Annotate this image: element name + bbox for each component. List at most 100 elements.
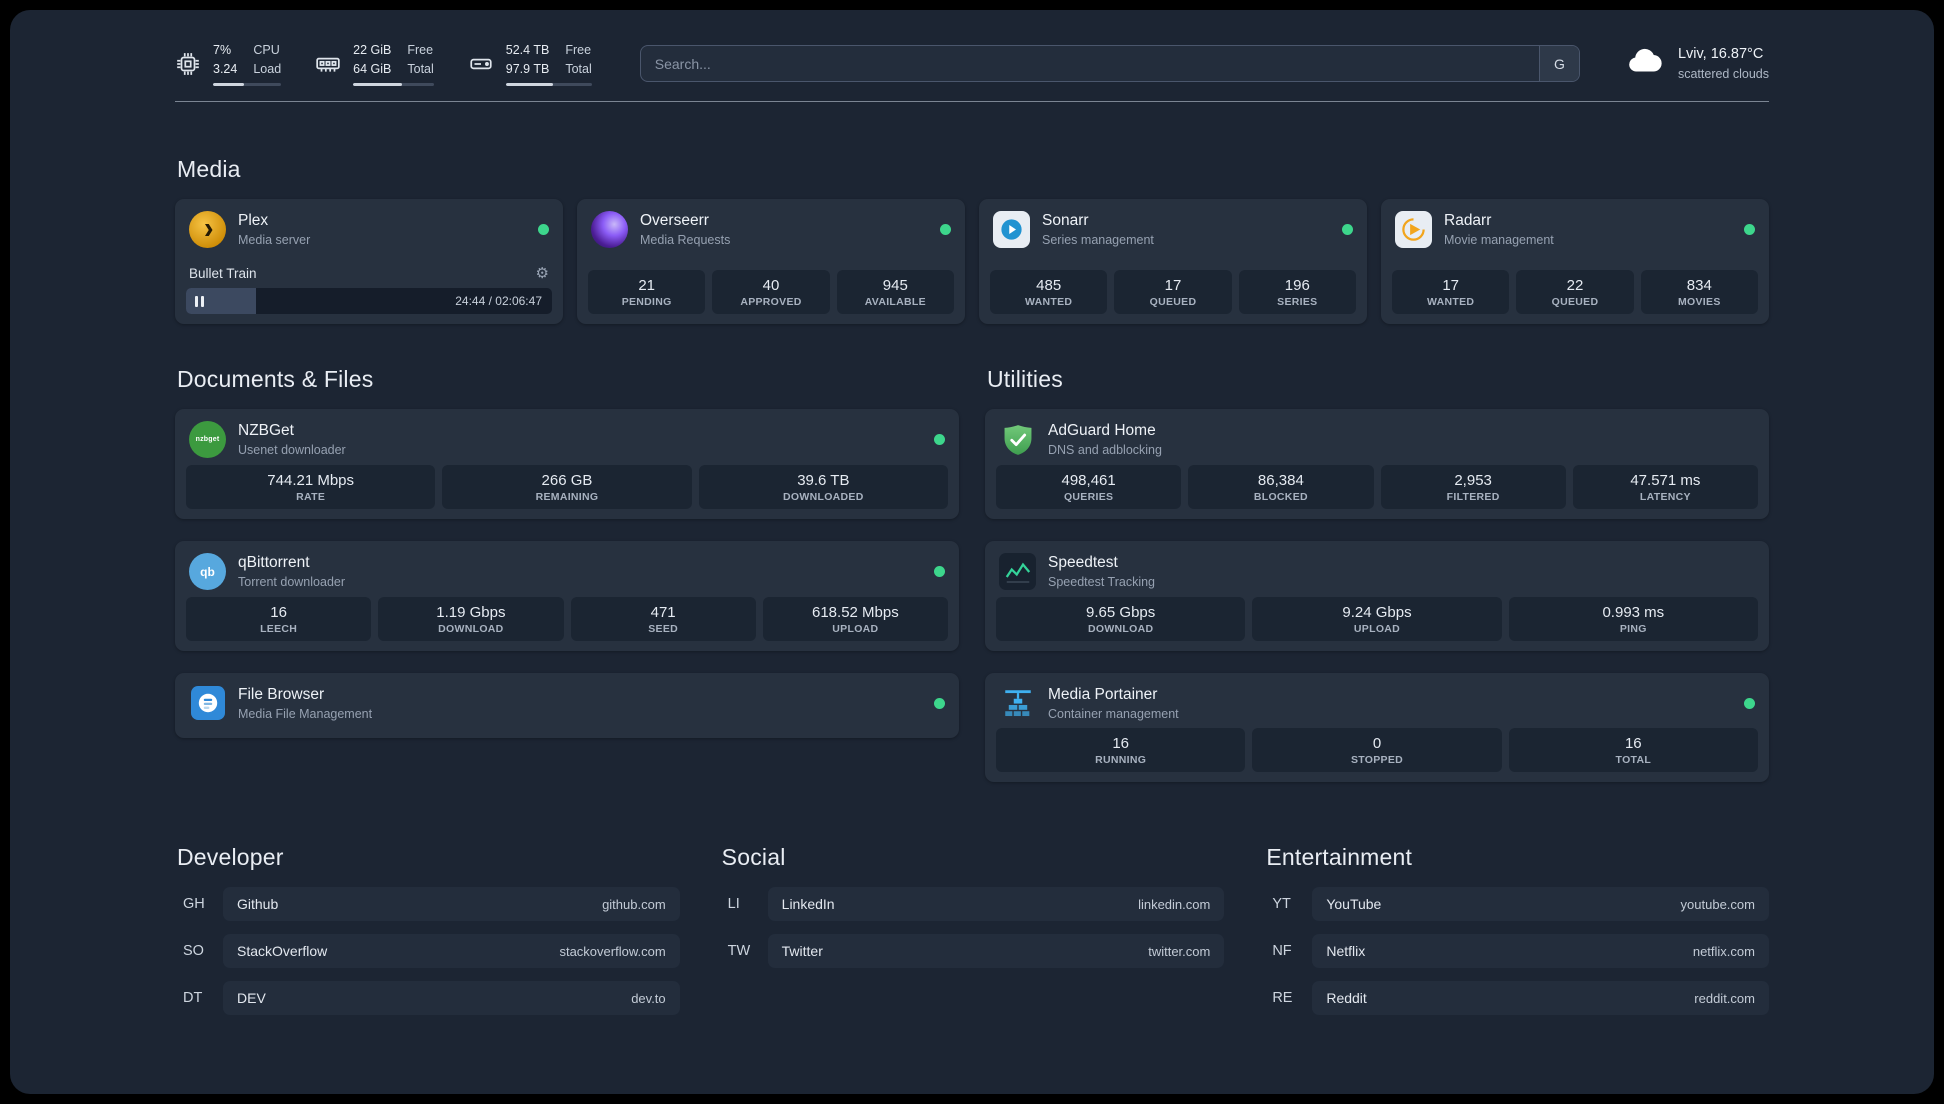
service-card-speedtest[interactable]: Speedtest Speedtest Tracking 9.65 Gbps DOWN… — [985, 540, 1769, 651]
service-subtitle: Media File Management — [238, 706, 373, 721]
service-card-nzbget[interactable]: nzbget NZBGet Usenet downloader 744.21 Mbps… — [175, 409, 959, 519]
search-bar[interactable]: G — [639, 45, 1580, 82]
bookmark-link[interactable]: DEV dev.to — [223, 981, 680, 1016]
bookmark-group-title: Entertainment — [1266, 844, 1413, 871]
stat-value: 266 GB — [541, 471, 593, 489]
bookmark-abbr: GH — [183, 896, 205, 913]
playback-progress-bar[interactable]: 24:44 / 02:06:47 — [186, 288, 552, 314]
stat-remaining: 266 GB REMAINING — [442, 464, 692, 509]
stat-label: REMAINING — [535, 490, 599, 503]
service-name: Speedtest — [1048, 553, 1118, 571]
status-dot — [538, 224, 549, 236]
stat-label: SEED — [648, 622, 679, 635]
search-provider-button[interactable]: G — [1538, 46, 1579, 81]
cpu-usage-bar — [213, 83, 282, 87]
service-header: Speedtest Speedtest Tracking — [996, 551, 1758, 597]
stat-label: UPLOAD — [1353, 622, 1401, 635]
stat-value: 485 — [1036, 277, 1062, 294]
bookmark-link[interactable]: Github github.com — [223, 887, 680, 922]
stat-pending: 21 PENDING — [588, 270, 706, 314]
stat-approved: 40 APPROVED — [712, 270, 830, 314]
stat-value: 47.571 ms — [1630, 471, 1701, 489]
stat-label: LEECH — [260, 622, 298, 635]
service-card-media-portainer[interactable]: Media Portainer Container management 16 RUN… — [985, 672, 1769, 783]
memory-free-label: Free — [407, 42, 434, 57]
bookmark-link[interactable]: Twitter twitter.com — [767, 934, 1225, 969]
disk-icon — [468, 51, 494, 77]
service-header: nzbget NZBGet Usenet downloader — [186, 419, 948, 465]
cpu-load-label: Load — [253, 62, 282, 76]
bookmark-reddit[interactable]: RE Reddit reddit.com — [1264, 981, 1769, 1016]
portainer-icon — [999, 685, 1036, 722]
service-header: File Browser Media File Management — [186, 683, 948, 729]
bookmark-group-social: Social LI LinkedIn linkedin.com TW Twitter twi… — [720, 844, 1225, 1028]
service-stats: 16 RUNNING 0 STOPPED 16 TOTAL — [996, 728, 1758, 773]
gear-icon[interactable]: ⚙ — [536, 264, 549, 282]
playback-time: 24:44 / 02:06:47 — [455, 294, 542, 308]
group-title-utilities: Utilities — [987, 366, 1063, 392]
service-stats: 485 WANTED 17 QUEUED 196 SERIES — [990, 270, 1356, 314]
stat-value: 40 — [762, 277, 780, 294]
bookmark-abbr: RE — [1272, 990, 1293, 1007]
adguard-icon — [999, 421, 1036, 458]
stat-queued: 17 QUEUED — [1114, 270, 1232, 314]
service-header: Media Portainer Container management — [996, 683, 1758, 729]
bookmark-youtube[interactable]: YT YouTube youtube.com — [1264, 887, 1769, 922]
stat-download: 9.65 Gbps DOWNLOAD — [996, 596, 1246, 641]
bookmark-link[interactable]: StackOverflow stackoverflow.com — [223, 934, 680, 969]
memory-free-value: 22 GiB — [353, 42, 392, 57]
service-stats: 744.21 Mbps RATE 266 GB REMAINING 39.6 TB DOW… — [186, 464, 948, 509]
stat-label: TOTAL — [1615, 754, 1652, 767]
bookmark-link[interactable]: LinkedIn linkedin.com — [767, 887, 1225, 922]
status-dot — [934, 697, 945, 709]
disk-total-value: 97.9 TB — [505, 62, 550, 76]
service-stats: 21 PENDING 40 APPROVED 945 AVAILABLE — [588, 270, 954, 314]
cloud-icon — [1624, 40, 1666, 87]
service-name: Overseerr — [640, 212, 709, 229]
stat-value: 16 — [1624, 735, 1642, 753]
service-header: Overseerr Media Requests — [588, 209, 954, 255]
stat-value: 1.19 Gbps — [436, 603, 506, 621]
bookmark-link[interactable]: YouTube youtube.com — [1312, 887, 1769, 922]
bookmark-netflix[interactable]: NF Netflix netflix.com — [1264, 934, 1769, 969]
now-playing-title: Bullet Train — [189, 265, 257, 281]
service-name: File Browser — [238, 685, 325, 703]
pause-icon[interactable] — [195, 295, 204, 307]
stat-value: 16 — [1112, 735, 1129, 753]
service-card-sonarr[interactable]: Sonarr Series management 485 WANTED 17 QUEUED… — [979, 199, 1367, 324]
service-header: Sonarr Series management — [990, 209, 1356, 255]
bookmark-twitter[interactable]: TW Twitter twitter.com — [720, 934, 1225, 969]
bookmark-dev[interactable]: DT DEV dev.to — [175, 981, 680, 1016]
plex-icon — [189, 211, 226, 249]
service-card-radarr[interactable]: Radarr Movie management 17 WANTED 22 QUEUED 83… — [1381, 199, 1769, 324]
stat-wanted: 485 WANTED — [990, 270, 1108, 314]
service-card-file-browser[interactable]: File Browser Media File Management — [175, 672, 959, 739]
service-card-qbittorrent[interactable]: qb qBittorrent Torrent downloader 16 LEECH 1.… — [175, 540, 959, 651]
bookmark-link[interactable]: Netflix netflix.com — [1312, 934, 1769, 969]
service-name: NZBGet — [238, 422, 294, 439]
cpu-load-value: 3.24 — [213, 62, 238, 76]
bookmark-group-title: Social — [721, 844, 786, 871]
service-name: Media Portainer — [1048, 685, 1158, 703]
search-input[interactable] — [640, 46, 1539, 81]
stat-label: RUNNING — [1095, 754, 1147, 767]
bookmark-github[interactable]: GH Github github.com — [175, 887, 680, 922]
service-card-overseerr[interactable]: Overseerr Media Requests 21 PENDING 40 APPROV… — [577, 199, 965, 324]
service-card-plex[interactable]: Plex Media server Bullet Train ⚙ 24:44 / 02:… — [175, 199, 563, 324]
bookmark-link[interactable]: Reddit reddit.com — [1312, 981, 1769, 1016]
stat-value: 17 — [1442, 277, 1459, 294]
memory-total-value: 64 GiB — [353, 62, 392, 76]
memory-total-label: Total — [407, 62, 434, 76]
memory-usage-bar — [353, 83, 434, 87]
section-media: Media Plex Media server Bullet Train ⚙ 24:44… — [175, 156, 1769, 324]
service-card-adguard-home[interactable]: AdGuard Home DNS and adblocking 498,461 QUE… — [985, 409, 1769, 519]
weather-condition: scattered clouds — [1677, 66, 1769, 81]
stat-value: 0.993 ms — [1602, 603, 1665, 621]
service-name: Plex — [238, 212, 269, 229]
bookmark-stackoverflow[interactable]: SO StackOverflow stackoverflow.com — [175, 934, 680, 969]
stat-label: APPROVED — [740, 296, 802, 308]
service-subtitle: Container management — [1048, 706, 1179, 721]
bookmarks: Developer GH Github github.com SO StackOverfl… — [175, 844, 1769, 1028]
stat-value: 196 — [1284, 277, 1310, 294]
bookmark-linkedin[interactable]: LI LinkedIn linkedin.com — [720, 887, 1225, 922]
